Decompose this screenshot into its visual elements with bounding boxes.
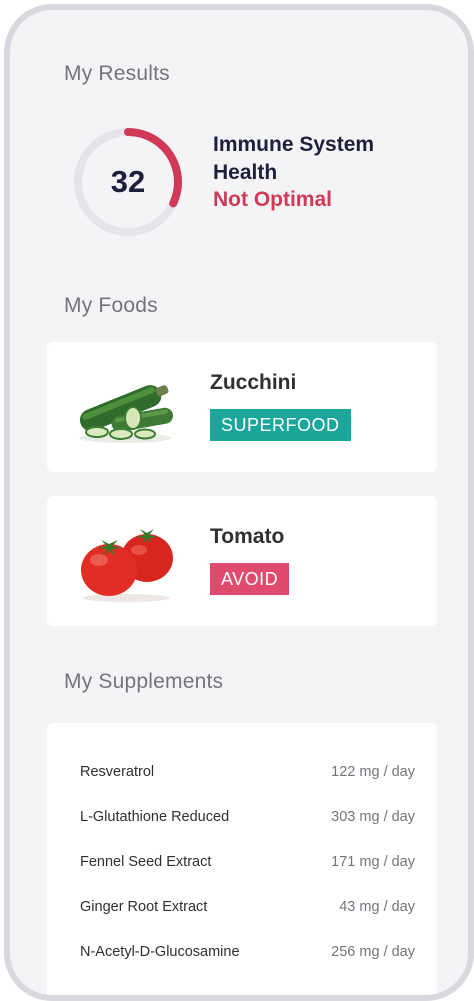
superfood-badge: SUPERFOOD xyxy=(210,409,351,441)
metric-status: Not Optimal xyxy=(213,188,332,211)
metric-name[interactable]: Immune System Health xyxy=(213,131,443,187)
supplements-card: Resveratrol 122 mg / day L-Glutathione R… xyxy=(47,723,437,995)
food-name: Zucchini xyxy=(210,371,297,394)
foods-section-title: My Foods xyxy=(64,294,158,317)
food-card-zucchini[interactable]: Zucchini SUPERFOOD xyxy=(47,342,437,472)
supplement-name: Resveratrol xyxy=(80,764,155,780)
results-section-title: My Results xyxy=(64,62,170,85)
phone-frame: My Results 32 Immune System Health Not O… xyxy=(4,4,474,1001)
score-gauge[interactable]: 32 xyxy=(72,126,184,238)
supplement-dose: 303 mg / day xyxy=(331,809,415,825)
supplements-section-title: My Supplements xyxy=(64,670,224,693)
avoid-badge: AVOID xyxy=(210,563,290,595)
supplement-name: N-Acetyl-D-Glucosamine xyxy=(80,944,240,960)
zucchini-image xyxy=(79,385,173,443)
food-card-tomato[interactable]: Tomato AVOID xyxy=(47,496,437,626)
supplement-row[interactable]: N-Acetyl-D-Glucosamine 256 mg / day xyxy=(80,944,415,964)
supplement-row[interactable]: Fennel Seed Extract 171 mg / day xyxy=(80,854,415,874)
supplement-dose: 171 mg / day xyxy=(331,854,415,870)
supplement-dose: 256 mg / day xyxy=(331,944,415,960)
food-name: Tomato xyxy=(210,525,285,548)
supplement-name: Fennel Seed Extract xyxy=(80,854,212,870)
supplement-name: L-Glutathione Reduced xyxy=(80,809,230,825)
supplement-name: Ginger Root Extract xyxy=(80,899,208,915)
supplement-dose: 43 mg / day xyxy=(339,899,415,915)
supplement-dose: 122 mg / day xyxy=(331,764,415,780)
supplement-row[interactable]: L-Glutathione Reduced 303 mg / day xyxy=(80,809,415,829)
supplement-row[interactable]: Ginger Root Extract 43 mg / day xyxy=(80,899,415,919)
supplement-row[interactable]: Resveratrol 122 mg / day xyxy=(80,764,415,784)
score-value: 32 xyxy=(110,164,146,199)
tomato-image xyxy=(81,529,173,602)
